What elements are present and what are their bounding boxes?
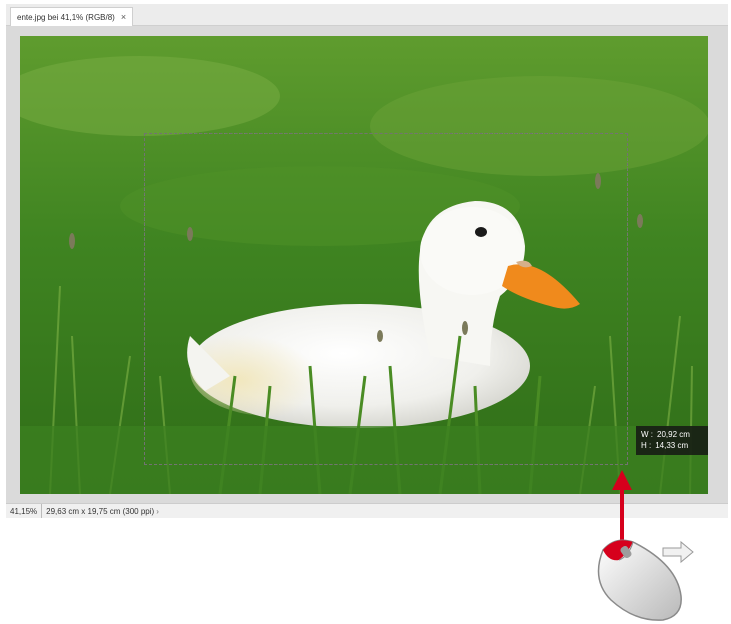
tab-bar: ente.jpg bei 41,1% (RGB/8) × xyxy=(6,4,728,26)
document-window: ente.jpg bei 41,1% (RGB/8) × W: 20,92 c… xyxy=(6,4,728,518)
document-size[interactable]: 29,63 cm x 19,75 cm (300 ppi) › xyxy=(42,504,163,518)
height-label: H : xyxy=(641,441,652,450)
selection-marquee[interactable] xyxy=(144,133,628,465)
photo-canvas[interactable]: W : 20,92 cm H : 14,33 cm xyxy=(20,36,708,494)
height-value: 14,33 cm xyxy=(655,441,689,450)
width-value: 20,92 cm xyxy=(657,430,690,439)
document-tab-title: ente.jpg bei 41,1% (RGB/8) xyxy=(17,12,115,22)
document-tab[interactable]: ente.jpg bei 41,1% (RGB/8) × xyxy=(10,7,134,26)
dimension-readout: W : 20,92 cm H : 14,33 cm xyxy=(636,426,708,455)
mouse-icon xyxy=(597,539,694,621)
status-menu-arrow-icon[interactable]: › xyxy=(156,507,159,516)
document-size-text: 29,63 cm x 19,75 cm (300 ppi) xyxy=(46,506,155,516)
width-label: W : xyxy=(641,430,653,439)
close-icon[interactable]: × xyxy=(121,12,126,22)
zoom-level[interactable]: 41,15% xyxy=(6,504,43,518)
status-bar: 41,15% 29,63 cm x 19,75 cm (300 ppi) › xyxy=(6,503,728,518)
canvas-area[interactable]: W : 20,92 cm H : 14,33 cm xyxy=(6,26,728,503)
